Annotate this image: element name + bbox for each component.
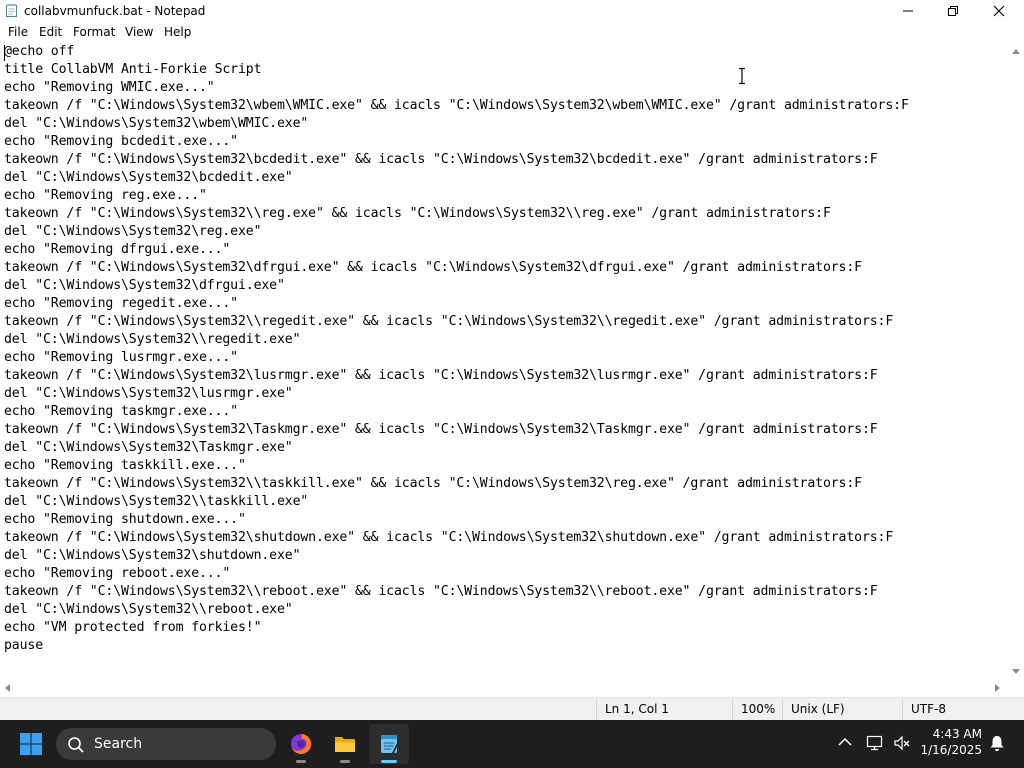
text-line: echo "Removing dfrgui.exe..." <box>4 242 231 257</box>
text-line: takeown /f "C:\Windows\System32\\taskkil… <box>4 476 862 491</box>
status-bar: Ln 1, Col 1 100% Unix (LF) UTF-8 <box>0 697 1024 720</box>
firefox-icon <box>291 733 312 754</box>
text-line: echo "Removing taskmgr.exe..." <box>4 404 238 419</box>
text-line: del "C:\Windows\System32\lusrmgr.exe" <box>4 386 293 401</box>
menu-bar: File Edit Format View Help <box>0 23 1024 43</box>
zoom-level: 100% <box>732 698 782 720</box>
network-icon[interactable] <box>866 734 886 752</box>
clock-date: 1/16/2025 <box>920 743 982 757</box>
text-line: del "C:\Windows\System32\\taskkill.exe" <box>4 494 309 509</box>
text-line: del "C:\Windows\System32\shutdown.exe" <box>4 548 301 563</box>
menu-help[interactable]: Help <box>164 25 191 39</box>
scroll-left-icon[interactable] <box>5 684 10 692</box>
text-line: del "C:\Windows\System32\bcdedit.exe" <box>4 170 293 185</box>
search-icon <box>68 737 84 753</box>
notification-bell-icon[interactable] <box>988 734 1006 752</box>
menu-view[interactable]: View <box>125 25 153 39</box>
text-line: takeown /f "C:\Windows\System32\Taskmgr.… <box>4 422 878 437</box>
window-title: collabvmunfuck.bat - Notepad <box>24 4 206 18</box>
encoding: UTF-8 <box>902 698 1024 720</box>
ibeam-cursor-icon <box>739 67 745 85</box>
text-line: @echo off <box>4 44 75 59</box>
text-line: del "C:\Windows\System32\\regedit.exe" <box>4 332 301 347</box>
text-line: echo "Removing WMIC.exe..." <box>4 80 215 95</box>
text-line: del "C:\Windows\System32\reg.exe" <box>4 224 262 239</box>
scroll-up-icon[interactable] <box>1012 49 1020 54</box>
volume-muted-icon[interactable] <box>893 734 911 752</box>
text-line: echo "Removing lusrmgr.exe..." <box>4 350 238 365</box>
text-line: del "C:\Windows\System32\wbem\WMIC.exe" <box>4 116 309 131</box>
horizontal-scrollbar[interactable] <box>0 680 1008 697</box>
close-icon <box>993 5 1005 17</box>
taskbar-app-notepad[interactable] <box>369 724 409 764</box>
text-caret <box>4 45 5 61</box>
minimize-button[interactable] <box>885 0 931 22</box>
app-running-indicator <box>296 760 306 763</box>
clock-time: 4:43 AM <box>932 727 982 741</box>
text-line: pause <box>4 638 43 653</box>
text-line: takeown /f "C:\Windows\System32\\reg.exe… <box>4 206 831 221</box>
text-line: takeown /f "C:\Windows\System32\\regedit… <box>4 314 894 329</box>
chevron-up-icon[interactable] <box>837 734 853 750</box>
text-line: echo "Removing reboot.exe..." <box>4 566 231 581</box>
restore-icon <box>948 6 958 16</box>
text-line: echo "Removing taskkill.exe..." <box>4 458 246 473</box>
search-label: Search <box>94 736 143 752</box>
close-button[interactable] <box>976 0 1022 22</box>
text-line: echo "VM protected from forkies!" <box>4 620 262 635</box>
text-line: echo "Removing regedit.exe..." <box>4 296 238 311</box>
text-line: takeown /f "C:\Windows\System32\\reboot.… <box>4 584 878 599</box>
text-editor[interactable]: @echo off title CollabVM Anti-Forkie Scri… <box>0 43 1008 680</box>
restore-button[interactable] <box>930 0 976 22</box>
taskbar: Search 4:43 AM 1/16/2025 <box>0 720 1024 768</box>
app-running-indicator <box>340 760 350 763</box>
text-line: echo "Removing reg.exe..." <box>4 188 207 203</box>
app-active-indicator <box>381 760 397 763</box>
text-line: del "C:\Windows\System32\\reboot.exe" <box>4 602 293 617</box>
scroll-right-icon[interactable] <box>995 684 1000 692</box>
notepad-icon <box>6 4 17 17</box>
taskbar-clock[interactable]: 4:43 AM 1/16/2025 <box>918 726 982 758</box>
menu-format[interactable]: Format <box>73 25 115 39</box>
taskbar-app-firefox[interactable] <box>281 724 321 764</box>
text-line: del "C:\Windows\System32\Taskmgr.exe" <box>4 440 293 455</box>
text-line: takeown /f "C:\Windows\System32\shutdown… <box>4 530 894 545</box>
taskbar-app-file-explorer[interactable] <box>325 724 365 764</box>
minimize-icon <box>903 10 913 12</box>
text-line: echo "Removing shutdown.exe..." <box>4 512 246 527</box>
text-line: del "C:\Windows\System32\dfrgui.exe" <box>4 278 285 293</box>
taskbar-search-box[interactable]: Search <box>56 728 276 760</box>
folder-icon <box>335 737 355 752</box>
text-line: title CollabVM Anti-Forkie Script <box>4 62 262 77</box>
title-bar[interactable]: collabvmunfuck.bat - Notepad <box>0 0 1024 22</box>
text-line: takeown /f "C:\Windows\System32\wbem\WMI… <box>4 98 909 113</box>
text-line: takeown /f "C:\Windows\System32\lusrmgr.… <box>4 368 878 383</box>
text-line: echo "Removing bcdedit.exe..." <box>4 134 238 149</box>
notepad-icon <box>381 735 400 754</box>
menu-edit[interactable]: Edit <box>39 25 62 39</box>
text-line: takeown /f "C:\Windows\System32\dfrgui.e… <box>4 260 862 275</box>
line-ending: Unix (LF) <box>782 698 902 720</box>
cursor-position: Ln 1, Col 1 <box>596 698 732 720</box>
menu-file[interactable]: File <box>8 25 28 39</box>
vertical-scrollbar[interactable] <box>1008 43 1024 680</box>
text-line: takeown /f "C:\Windows\System32\bcdedit.… <box>4 152 878 167</box>
windows-start-icon[interactable] <box>16 730 46 758</box>
scroll-down-icon[interactable] <box>1012 669 1020 674</box>
